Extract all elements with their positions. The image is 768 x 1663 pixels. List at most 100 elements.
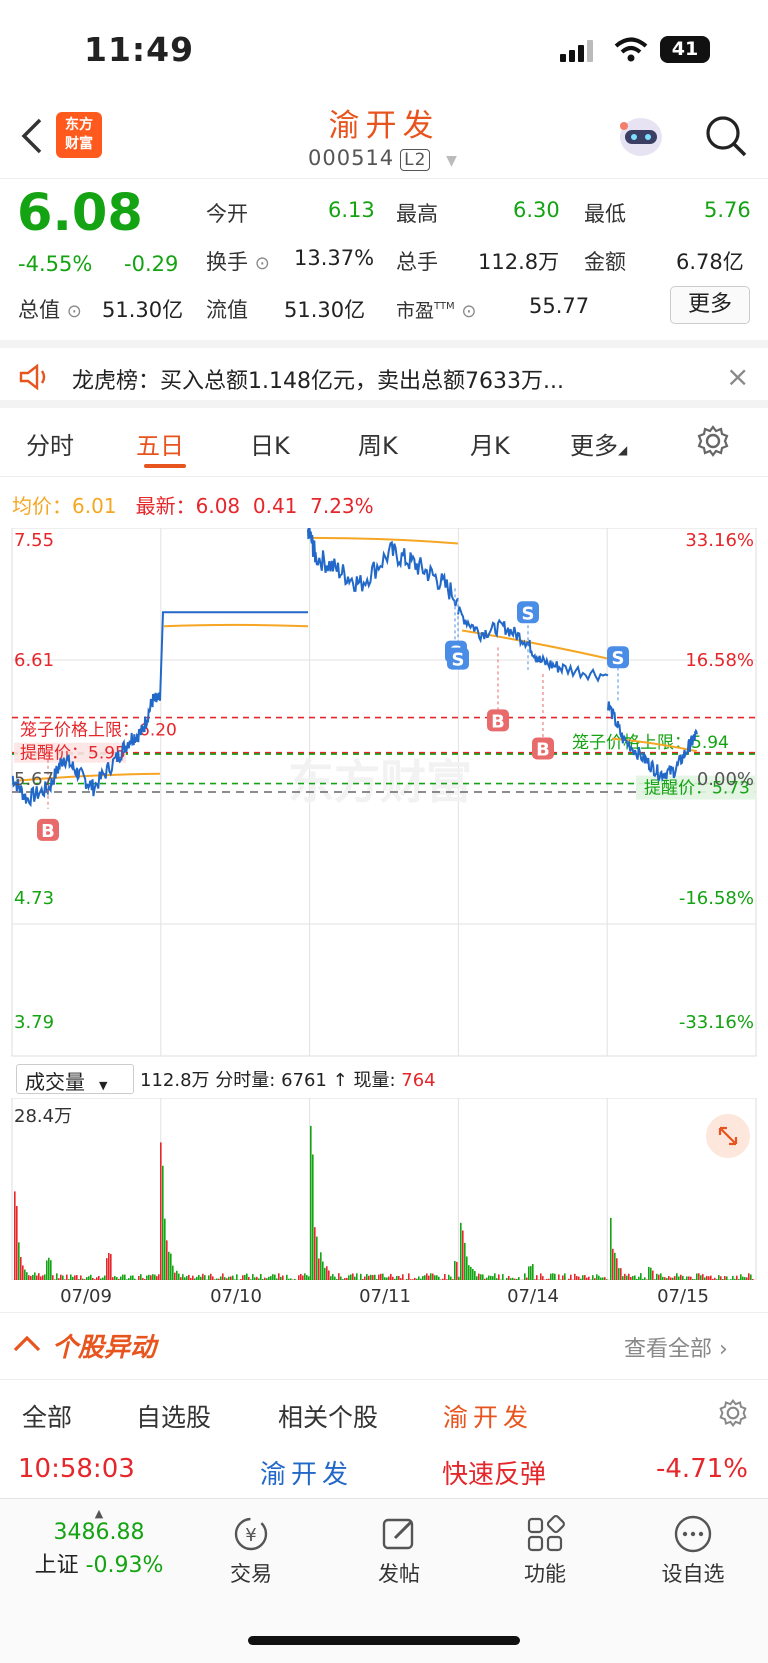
volume-bar [322, 1261, 324, 1280]
five-day-chart[interactable]: 东方财富 笼子价格上限：6.20提醒价：5.95笼子价格上限：5.94提醒价：5… [0, 528, 768, 1064]
volume-bar [168, 1251, 170, 1280]
tab-five-day[interactable]: 五日 [136, 426, 184, 461]
x-tick-label: 07/09 [60, 1286, 112, 1307]
avg-line-day-3 [311, 536, 459, 545]
volume-bar [26, 1272, 28, 1280]
tab-monthly-k[interactable]: 月K [470, 426, 510, 461]
more-dots-icon[interactable]: ⊙ [255, 253, 270, 274]
tab-more[interactable]: 更多◢ [570, 426, 627, 461]
last-price: 6.08 [17, 184, 143, 243]
buy-marker: B [37, 818, 59, 842]
volume-bar [616, 1258, 618, 1280]
low-label: 最低 [584, 202, 626, 226]
volume-bar [318, 1258, 320, 1280]
mover-stock[interactable]: 渝开发 [260, 1454, 353, 1491]
turnover-value: 13.37% [294, 246, 375, 270]
volume-bar [698, 1273, 700, 1280]
subtab-all[interactable]: 全部 [22, 1398, 72, 1434]
more-button[interactable]: 更多 [670, 286, 750, 324]
nav-trade[interactable]: ¥ 交易 [196, 1514, 306, 1588]
volume-bar [470, 1266, 472, 1280]
trade-icon: ¥ [234, 1517, 268, 1551]
x-tick-label: 07/14 [507, 1286, 559, 1307]
svg-text:B: B [536, 739, 550, 760]
volume-chart[interactable]: 28.4万 [0, 1098, 768, 1280]
turnover-label: 换手 ⊙ [206, 250, 270, 274]
svg-text:S: S [612, 648, 625, 669]
tab-intraday[interactable]: 分时 [26, 426, 74, 461]
volume-bar [50, 1260, 52, 1280]
more-dots-icon[interactable]: ⊙ [67, 301, 82, 322]
robot-avatar-icon[interactable] [616, 114, 666, 164]
volume-bar [610, 1217, 612, 1280]
chevron-right-icon: › [719, 1337, 728, 1362]
volume-bar [474, 1271, 476, 1280]
volume-bar [14, 1191, 16, 1280]
volume-bar [56, 1273, 58, 1280]
nav-post[interactable]: 发帖 [344, 1514, 454, 1588]
volume-bar [552, 1273, 554, 1280]
status-time: 11:49 [84, 30, 195, 69]
view-all-link[interactable]: 查看全部 › [624, 1331, 728, 1363]
latest-price: 6.08 [195, 494, 241, 518]
high-value: 6.30 [513, 198, 560, 222]
volume-frame [11, 1098, 757, 1280]
subtab-stock[interactable]: 渝开发 [443, 1398, 533, 1434]
volume-summary: 112.8万 分时量: 6761 ↑ 现量: 764 [140, 1070, 436, 1091]
more-dots-icon[interactable]: ⊙ [461, 301, 476, 322]
tab-weekly-k[interactable]: 周K [358, 426, 398, 461]
collapse-icon[interactable] [12, 1331, 42, 1359]
y-tick-left: 3.79 [14, 1012, 54, 1033]
volume-bar [426, 1273, 428, 1280]
volume-bar [278, 1273, 280, 1280]
nav-add-watch[interactable]: 设自选 [638, 1514, 748, 1588]
notice-text: 龙虎榜：买入总额1.148亿元，卖出总额7633万... [72, 369, 564, 394]
volume-bar [748, 1273, 750, 1280]
volume-bar [314, 1227, 316, 1280]
volume-bar [564, 1273, 566, 1280]
chart-legend: 均价：6.01 最新：6.08 0.41 7.23% [12, 494, 374, 518]
dragon-tiger-notice[interactable]: 龙虎榜：买入总额1.148亿元，卖出总额7633万... × [0, 340, 768, 408]
buy-marker: B [487, 709, 509, 732]
sell-marker: S [607, 646, 629, 669]
expand-icon[interactable] [706, 1114, 750, 1158]
mover-time: 10:58:03 [18, 1454, 135, 1484]
volume-bar [222, 1273, 224, 1280]
volume-bar [172, 1265, 174, 1280]
volume-bar [652, 1270, 654, 1280]
close-icon[interactable]: × [726, 360, 749, 393]
x-tick-label: 07/15 [657, 1286, 709, 1307]
nav-functions[interactable]: 功能 [490, 1514, 600, 1588]
volume-bar [48, 1257, 50, 1280]
volume-bar [356, 1273, 358, 1280]
volume-bar [540, 1273, 542, 1280]
avg-line-day-2 [163, 623, 309, 628]
stock-code[interactable]: 000514 L2 ▼ [308, 146, 458, 171]
index-widget[interactable]: ▲ 3486.88 上证 -0.93% [24, 1508, 174, 1579]
volume-bar [524, 1273, 526, 1280]
tab-daily-k[interactable]: 日K [250, 426, 290, 461]
gear-icon[interactable] [696, 424, 730, 462]
volume-bar [676, 1273, 678, 1280]
home-indicator [248, 1636, 520, 1645]
subtab-watchlist[interactable]: 自选股 [136, 1398, 211, 1434]
y-tick-left: 7.55 [14, 530, 54, 551]
volume-bar [454, 1261, 456, 1280]
search-icon[interactable] [704, 114, 748, 162]
volume-bar [160, 1142, 162, 1280]
volume-bar [462, 1230, 464, 1280]
chevron-up-icon: ▲ [94, 1507, 104, 1520]
volume-max-label: 28.4万 [14, 1106, 72, 1127]
battery-icon: 41 [660, 36, 710, 63]
volume-bar [614, 1252, 616, 1280]
volume-selector[interactable]: 成交量 ▼ [16, 1064, 134, 1094]
index-name: 上证 [34, 1553, 79, 1578]
mover-row[interactable]: 10:58:03 渝开发 快速反弹 -4.71% [0, 1452, 768, 1496]
open-label: 今开 [206, 202, 248, 226]
subtab-related[interactable]: 相关个股 [278, 1398, 378, 1434]
triangle-icon: ◢ [618, 443, 628, 457]
amount-value: 6.78亿 [676, 250, 744, 274]
gear-icon[interactable] [718, 1398, 748, 1432]
volume-bar [162, 1165, 164, 1280]
volume-bar [20, 1257, 22, 1280]
